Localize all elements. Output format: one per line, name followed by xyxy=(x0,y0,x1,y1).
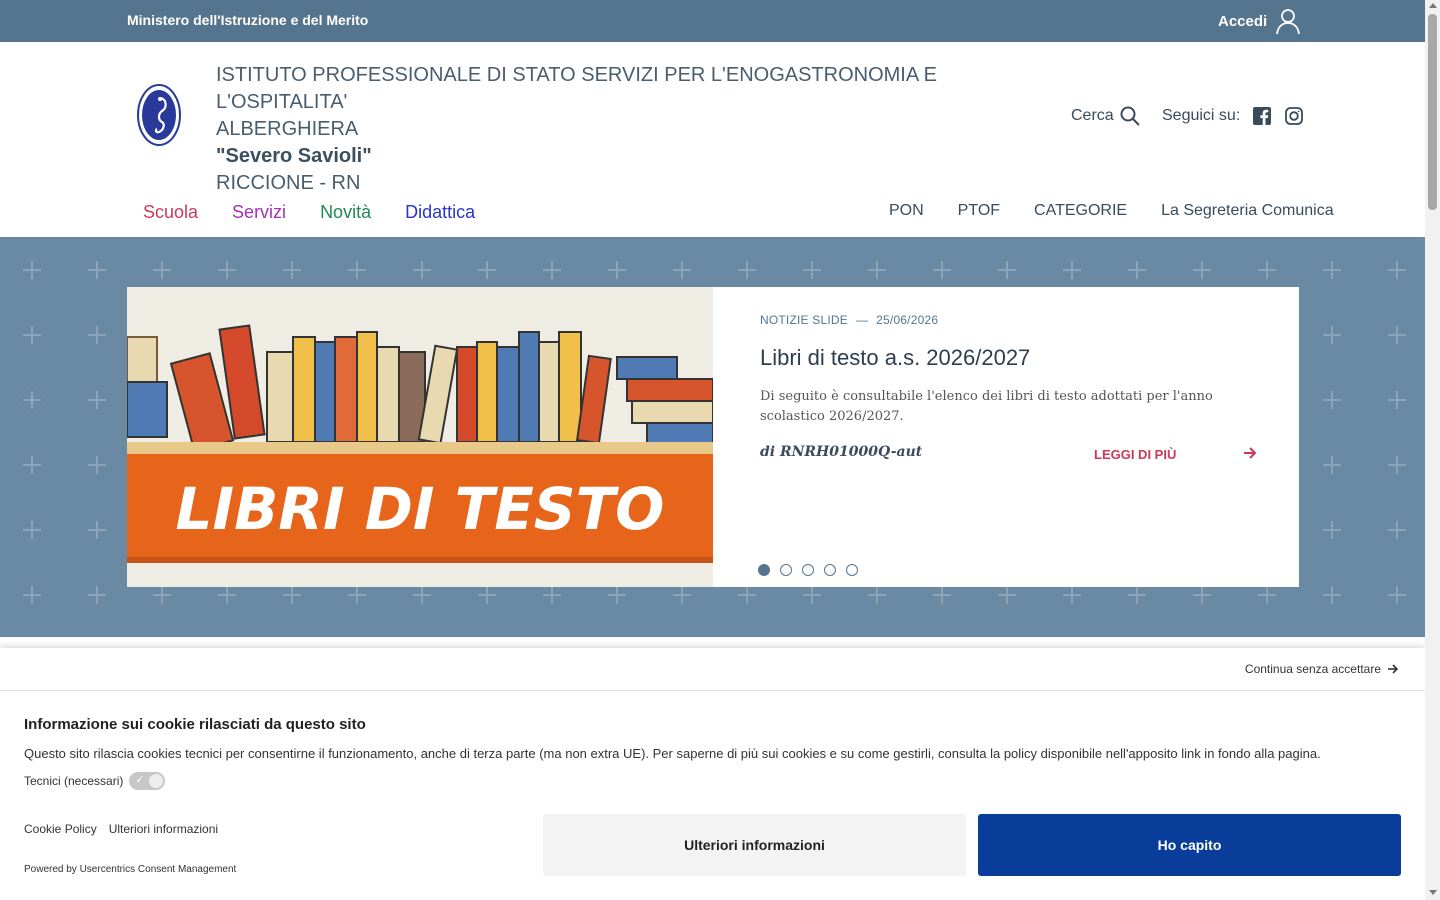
slider-dot-3[interactable] xyxy=(802,564,814,576)
slide-card: NOTIZIE SLIDE — 25/06/2026 Libri di testo … xyxy=(713,287,1299,587)
search-label: Cerca xyxy=(1071,107,1114,124)
cookie-links: Cookie Policy Ulteriori informazioni xyxy=(24,822,218,836)
check-icon: ✓ xyxy=(135,774,145,786)
page-scrollbar[interactable] xyxy=(1425,0,1440,900)
books-illustration: LIBRI DI TESTO xyxy=(127,287,713,587)
slide-date: 25/06/2026 xyxy=(876,313,939,327)
more-info-link[interactable]: Ulteriori informazioni xyxy=(109,822,218,836)
search-button[interactable]: Cerca xyxy=(1071,106,1140,126)
nav-ptof[interactable]: PTOF xyxy=(958,202,1000,220)
school-name-line-1: ISTITUTO PROFESSIONALE DI STATO SERVIZI … xyxy=(216,64,937,113)
instagram-icon[interactable] xyxy=(1284,106,1304,126)
cookie-banner-header: Continua senza accettare xyxy=(0,648,1425,691)
slider-dot-2[interactable] xyxy=(780,564,792,576)
arrow-right-icon xyxy=(1388,664,1399,674)
scroll-down-icon[interactable] xyxy=(1429,890,1437,895)
cookie-policy-link[interactable]: Cookie Policy xyxy=(24,822,97,836)
login-button[interactable]: Accedi xyxy=(1218,7,1301,35)
school-logo[interactable] xyxy=(137,84,181,146)
slider-dot-4[interactable] xyxy=(824,564,836,576)
school-name-line-3: "Severo Savioli" xyxy=(216,145,372,167)
site-header: ISTITUTO PROFESSIONALE DI STATO SERVIZI … xyxy=(0,42,1425,237)
slide-title[interactable]: Libri di testo a.s. 2026/2027 xyxy=(760,345,1030,371)
top-bar: Ministero dell'Istruzione e del Merito A… xyxy=(0,0,1425,42)
slide-meta: NOTIZIE SLIDE — 25/06/2026 xyxy=(760,313,938,327)
cookie-description: Questo sito rilascia cookies tecnici per… xyxy=(24,746,1321,761)
secondary-navigation: PON PTOF CATEGORIE La Segreteria Comunic… xyxy=(889,202,1334,220)
read-more-link[interactable]: LEGGI DI PIÙ xyxy=(1094,447,1176,462)
school-name-line-4: RICCIONE - RN xyxy=(216,172,361,194)
nav-scuola[interactable]: Scuola xyxy=(143,202,198,223)
technical-cookies-label: Tecnici (necessari) xyxy=(24,774,124,788)
technical-cookies-row: Tecnici (necessari) ✓ xyxy=(24,772,166,790)
main-navigation: Scuola Servizi Novità Didattica xyxy=(143,202,475,223)
school-name[interactable]: ISTITUTO PROFESSIONALE DI STATO SERVIZI … xyxy=(216,62,1016,197)
slide-image-text: LIBRI DI TESTO xyxy=(176,475,665,543)
social-links: Seguici su: xyxy=(1162,106,1304,126)
facebook-icon[interactable] xyxy=(1252,106,1272,126)
powered-by[interactable]: Powered by Usercentrics Consent Manageme… xyxy=(24,864,236,875)
search-icon xyxy=(1120,106,1140,126)
slide-image[interactable]: LIBRI DI TESTO xyxy=(127,287,713,587)
slide-category[interactable]: NOTIZIE SLIDE xyxy=(760,313,848,327)
news-slider: LIBRI DI TESTO NOTIZIE SLIDE — 25/06/2026 … xyxy=(0,237,1425,637)
scroll-up-icon[interactable] xyxy=(1429,3,1437,8)
scrollbar-thumb[interactable] xyxy=(1428,14,1437,210)
user-icon xyxy=(1276,9,1301,35)
nav-segreteria[interactable]: La Segreteria Comunica xyxy=(1161,202,1334,220)
follow-label: Seguici su: xyxy=(1162,107,1241,124)
slider-dot-5[interactable] xyxy=(846,564,858,576)
school-name-line-2: ALBERGHIERA xyxy=(216,118,359,140)
nav-didattica[interactable]: Didattica xyxy=(405,202,475,223)
nav-pon[interactable]: PON xyxy=(889,202,924,220)
login-label: Accedi xyxy=(1218,12,1268,30)
nav-novita[interactable]: Novità xyxy=(320,202,371,223)
nav-servizi[interactable]: Servizi xyxy=(232,202,286,223)
arrow-right-icon[interactable] xyxy=(1243,446,1257,460)
accept-button[interactable]: Ho capito xyxy=(978,814,1401,876)
slide-excerpt: Di seguito è consultabile l'elenco dei l… xyxy=(760,389,1213,424)
ministry-link[interactable]: Ministero dell'Istruzione e del Merito xyxy=(127,12,368,28)
slider-dot-1[interactable] xyxy=(758,564,770,576)
cookie-title: Informazione sui cookie rilasciati da qu… xyxy=(24,716,366,733)
cookie-banner: Continua senza accettare Informazione su… xyxy=(0,648,1425,900)
continue-without-accepting[interactable]: Continua senza accettare xyxy=(1245,662,1399,676)
slide-meta-dash: — xyxy=(855,313,869,327)
slider-pagination xyxy=(758,564,858,576)
technical-cookies-toggle[interactable]: ✓ xyxy=(129,772,166,790)
more-info-button[interactable]: Ulteriori informazioni xyxy=(543,814,966,876)
toggle-knob xyxy=(149,774,164,788)
continue-label: Continua senza accettare xyxy=(1244,662,1381,676)
slide-author: di RNRH01000Q-aut xyxy=(760,444,923,460)
nav-categorie[interactable]: CATEGORIE xyxy=(1034,202,1127,220)
